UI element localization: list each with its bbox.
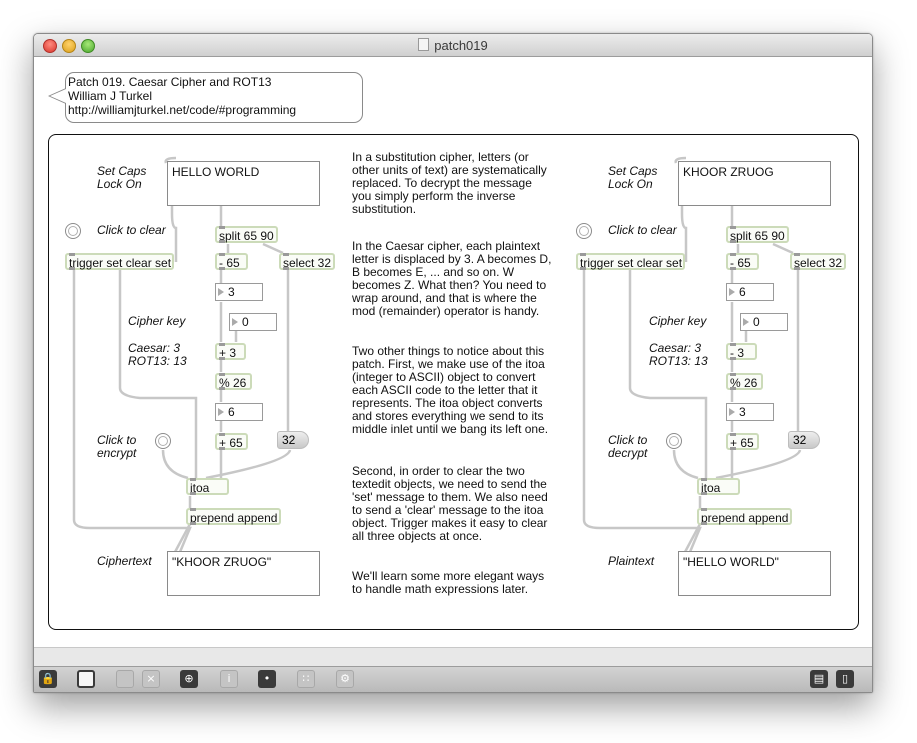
note-paragraph-3: Two other things to notice about this pa… (352, 344, 549, 436)
right-decrypt-label-2: decrypt (608, 446, 648, 460)
left-clear-label: Click to clear (97, 223, 166, 237)
left-output-textedit[interactable]: "KHOOR ZRUOG" (167, 551, 320, 596)
right-rot13-label: ROT13: 13 (649, 354, 708, 368)
right-input-textedit[interactable]: KHOOR ZRUOG (678, 161, 831, 206)
left-number-box-2[interactable]: 6 (215, 403, 263, 421)
left-cipher-key-label: Cipher key (128, 314, 186, 328)
note-paragraph-1: In a substitution cipher, letters (or ot… (352, 150, 547, 216)
left-caps-label-2: Lock On (97, 177, 142, 191)
left-number-box-1[interactable]: 3 (215, 283, 263, 301)
right-mod-object[interactable]: % 26 (726, 373, 763, 390)
note-paragraph-5: We'll learn some more elegant ways to ha… (352, 569, 545, 596)
left-trigger-object[interactable]: trigger set clear set (65, 253, 174, 270)
right-caps-label-2: Lock On (608, 177, 653, 191)
left-rot13-label: ROT13: 13 (128, 354, 187, 368)
left-prepend-object[interactable]: prepend append (186, 508, 281, 525)
right-trigger-object[interactable]: trigger set clear set (576, 253, 685, 270)
note-paragraph-2: In the Caesar cipher, each plaintext let… (352, 239, 552, 318)
right-split-object[interactable]: split 65 90 (726, 226, 789, 243)
left-key-number-box[interactable]: 0 (229, 313, 277, 331)
left-mod-object[interactable]: % 26 (215, 373, 252, 390)
left-plus65-object[interactable]: + 65 (215, 433, 248, 450)
right-clear-button[interactable] (576, 223, 592, 239)
left-clear-button[interactable] (65, 223, 81, 239)
left-add-key-object[interactable]: + 3 (215, 343, 246, 360)
right-output-textedit[interactable]: "HELLO WORLD" (678, 551, 831, 596)
right-subtract-key-object[interactable]: - 3 (726, 343, 757, 360)
right-decrypt-button[interactable] (666, 433, 682, 449)
right-clear-label: Click to clear (608, 223, 677, 237)
right-plus65-object[interactable]: + 65 (726, 433, 759, 450)
left-minus-object[interactable]: - 65 (215, 253, 248, 270)
right-key-number-box[interactable]: 0 (740, 313, 788, 331)
left-itoa-object[interactable]: itoa (186, 478, 229, 495)
left-encrypt-button[interactable] (155, 433, 171, 449)
right-minus-object[interactable]: - 65 (726, 253, 759, 270)
right-number-box-1[interactable]: 6 (726, 283, 774, 301)
left-ciphertext-label: Ciphertext (97, 554, 152, 568)
right-number-box-2[interactable]: 3 (726, 403, 774, 421)
right-message-32[interactable]: 32 (788, 431, 820, 449)
left-encrypt-label-2: encrypt (97, 446, 137, 460)
right-select-object[interactable]: select 32 (790, 253, 846, 270)
right-itoa-object[interactable]: itoa (697, 478, 740, 495)
left-select-object[interactable]: select 32 (279, 253, 335, 270)
right-plaintext-label: Plaintext (608, 554, 655, 568)
right-prepend-object[interactable]: prepend append (697, 508, 792, 525)
note-paragraph-4: Second, in order to clear the two texted… (352, 464, 548, 543)
left-message-32[interactable]: 32 (277, 431, 309, 449)
right-cipher-key-label: Cipher key (649, 314, 707, 328)
left-input-textedit[interactable]: HELLO WORLD (167, 161, 320, 206)
left-split-object[interactable]: split 65 90 (215, 226, 278, 243)
